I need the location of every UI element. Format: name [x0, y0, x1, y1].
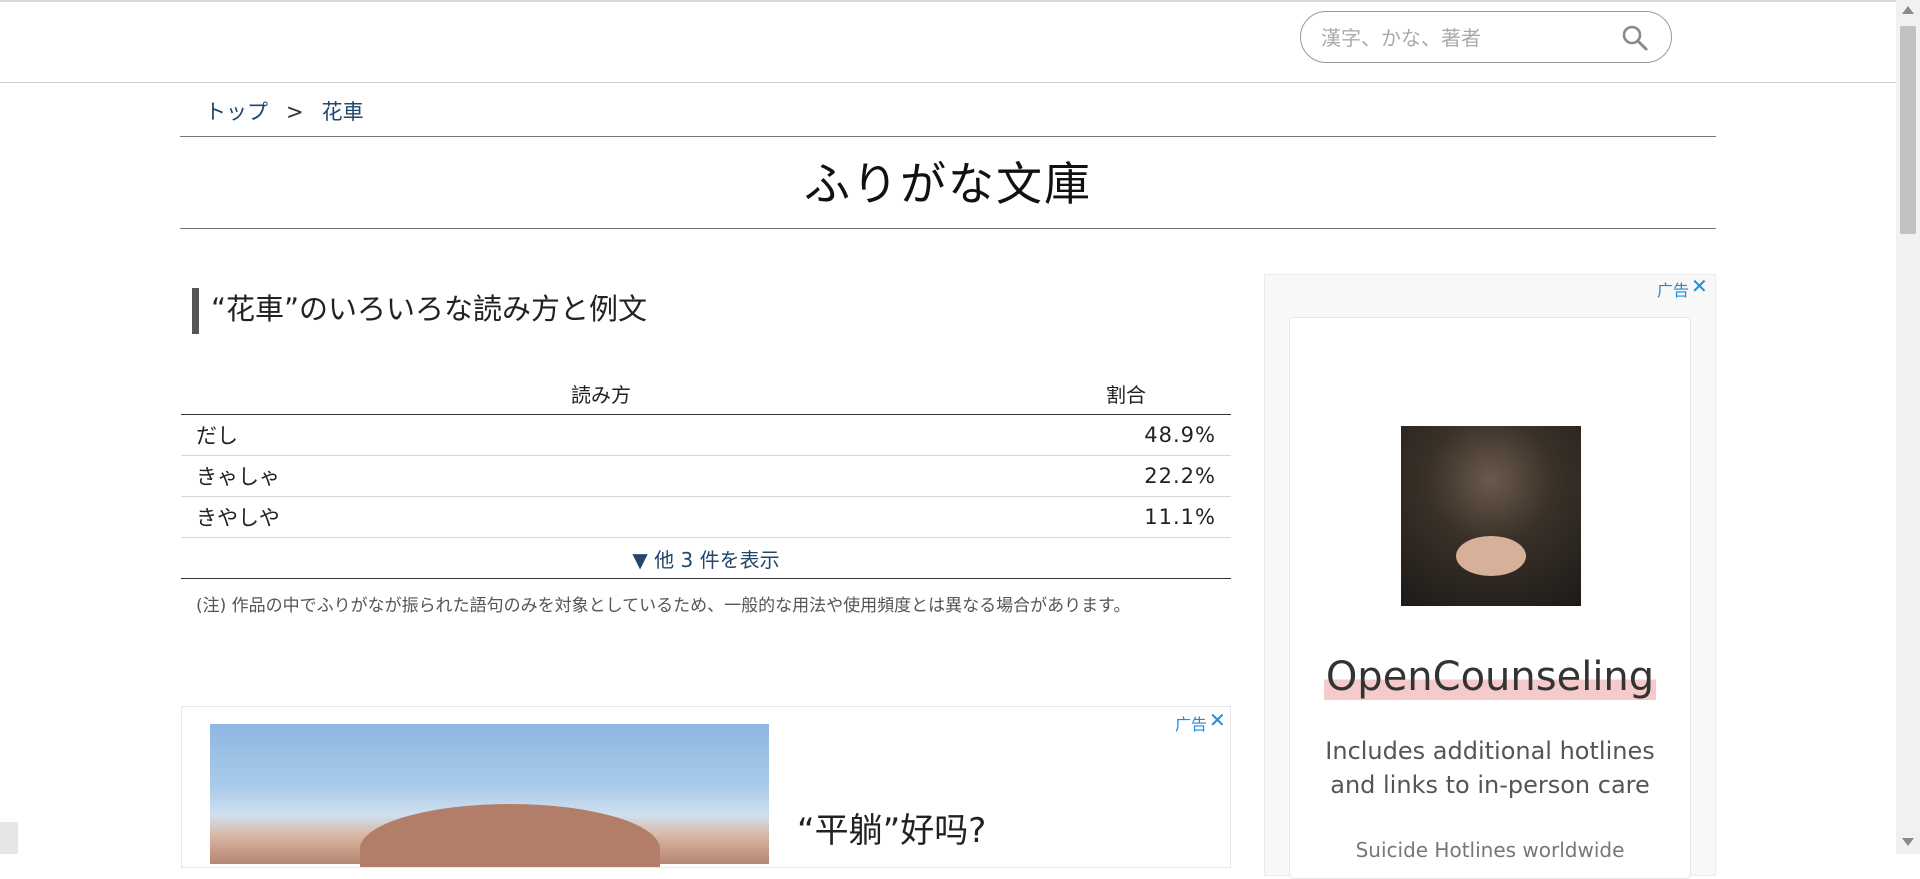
- ad-headline[interactable]: “平躺”好吗?: [797, 803, 986, 852]
- show-more-button[interactable]: ▼ 他 3 件を表示: [181, 537, 1231, 579]
- side-ad-image-subject: [1456, 536, 1526, 576]
- side-ad-description: Includes additional hotlines and links t…: [1325, 737, 1655, 799]
- corner-tab[interactable]: [0, 822, 18, 854]
- ad-image-subject: [360, 804, 660, 867]
- column-header-ratio: 割合: [1021, 372, 1231, 415]
- scroll-down-arrow-icon[interactable]: [1902, 838, 1914, 846]
- table-row[interactable]: きゃしゃ 22.2%: [181, 455, 1231, 497]
- title-top-rule: [180, 136, 1716, 137]
- ad-label: 广告: [1175, 715, 1208, 734]
- title-bottom-rule: [180, 228, 1716, 229]
- scrollbar-thumb[interactable]: [1900, 26, 1916, 234]
- ratio-cell: 48.9%: [1021, 414, 1231, 456]
- bottom-ad[interactable]: 广告 ✕ “平躺”好吗?: [181, 706, 1231, 868]
- site-header: [0, 2, 1896, 83]
- breadcrumb-separator: >: [286, 100, 304, 124]
- table-header-row: 読み方 割合: [181, 372, 1231, 415]
- search-input[interactable]: [1319, 22, 1603, 54]
- reading-cell: だし: [181, 414, 1021, 456]
- ratio-cell: 11.1%: [1021, 496, 1231, 538]
- section-heading: “花車”のいろいろな読み方と例文: [192, 288, 647, 334]
- show-more-row[interactable]: ▼ 他 3 件を表示: [181, 537, 1231, 579]
- ad-close-icon[interactable]: ✕: [1209, 708, 1226, 732]
- reading-cell: きゃしゃ: [181, 455, 1021, 497]
- side-ad-more-text: Suicide Hotlines worldwide: [1355, 838, 1625, 862]
- side-ad-title[interactable]: OpenCounseling: [1290, 654, 1690, 700]
- breadcrumb-home-link[interactable]: トップ: [205, 100, 268, 124]
- ad-close-icon[interactable]: ✕: [1691, 274, 1708, 298]
- ratio-cell: 22.2%: [1021, 455, 1231, 497]
- breadcrumb: トップ > 花車: [205, 96, 364, 126]
- side-ad[interactable]: 广告 ✕ OpenCounseling Includes additional …: [1264, 274, 1716, 879]
- table-row[interactable]: だし 48.9%: [181, 414, 1231, 456]
- breadcrumb-current-link[interactable]: 花車: [322, 100, 364, 124]
- search-box[interactable]: [1300, 11, 1672, 63]
- ad-label: 广告: [1657, 281, 1690, 300]
- column-header-reading: 読み方: [181, 372, 1021, 415]
- usage-note: (注) 作品の中でふりがなが振られた語句のみを対象としているため、一般的な用法や…: [196, 596, 1131, 616]
- search-icon[interactable]: [1621, 24, 1649, 52]
- ad-image[interactable]: [210, 724, 769, 867]
- site-title[interactable]: ふりがな文庫: [180, 148, 1716, 214]
- table-row[interactable]: きやしや 11.1%: [181, 496, 1231, 538]
- reading-cell: きやしや: [181, 496, 1021, 538]
- side-ad-card[interactable]: OpenCounseling Includes additional hotli…: [1289, 317, 1691, 879]
- readings-table: 読み方 割合 だし 48.9% きゃしゃ 22.2% きやしや 11.1% ▼ …: [181, 372, 1231, 579]
- side-ad-image[interactable]: [1401, 426, 1581, 606]
- scroll-up-arrow-icon[interactable]: [1902, 6, 1914, 14]
